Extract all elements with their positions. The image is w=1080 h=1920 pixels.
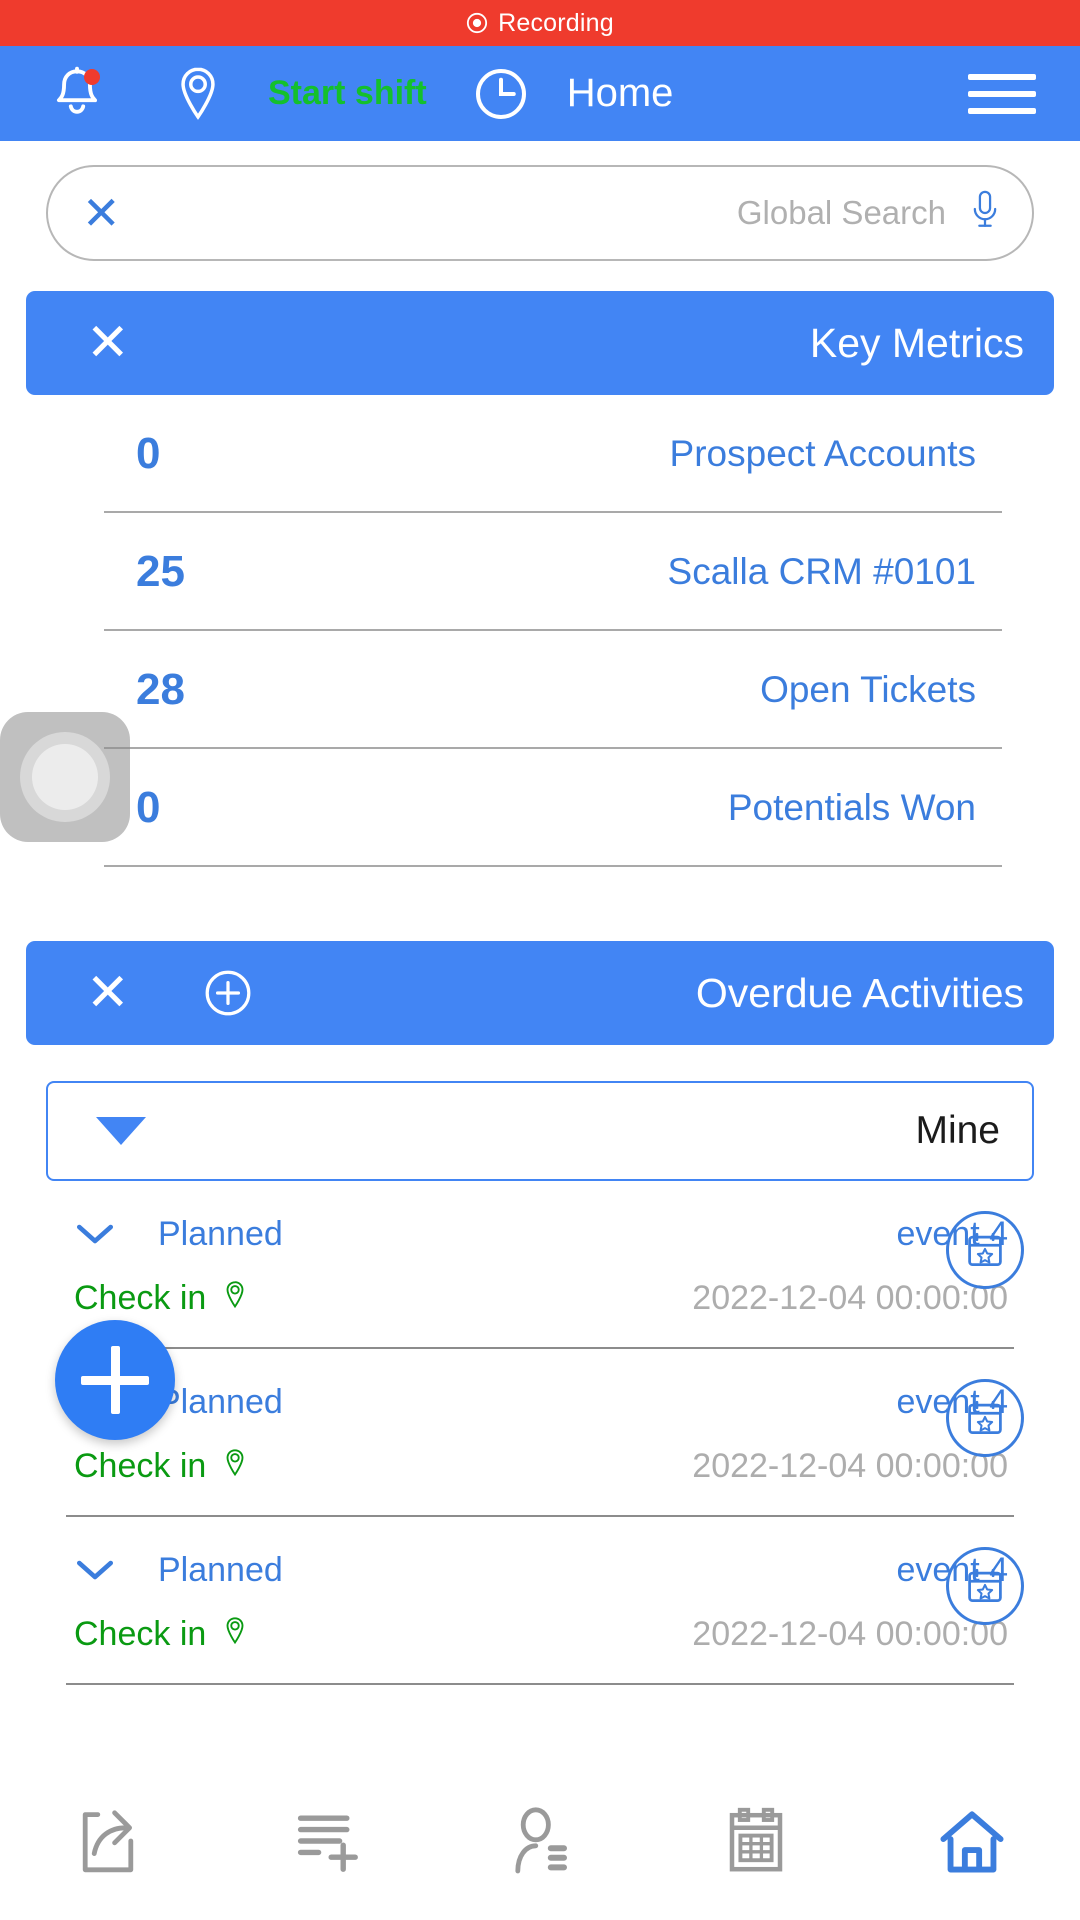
recording-floating-button[interactable] [0, 712, 130, 842]
calendar-icon [729, 1807, 783, 1871]
key-metrics-list: 0 Prospect Accounts 25 Scalla CRM #0101 … [0, 395, 1080, 867]
notification-badge [84, 68, 100, 85]
recording-floating-button-core [32, 744, 98, 810]
activity-item[interactable]: Planned event 4 Check in 2022-12-04 00:0… [26, 1349, 1054, 1517]
calendar-star-icon [968, 1400, 1002, 1435]
search-input[interactable] [120, 194, 968, 232]
overdue-activities-list: Planned event 4 Check in 2022-12-04 00:0… [0, 1181, 1080, 1685]
activity-status: Planned [158, 1550, 283, 1589]
activity-calendar-button[interactable] [946, 1379, 1024, 1457]
search-section: ✕ [0, 141, 1080, 261]
recording-floating-button-icon [20, 732, 110, 822]
notifications-button[interactable] [46, 63, 108, 125]
clock-icon [475, 68, 526, 119]
activity-checkin-label[interactable]: Check in [74, 1615, 206, 1654]
metric-label[interactable]: Scalla CRM #0101 [668, 551, 976, 593]
hamburger-line [968, 73, 1036, 80]
chevron-down-icon[interactable] [74, 1557, 116, 1583]
nav-share-button[interactable] [0, 1802, 216, 1880]
hamburger-menu-icon[interactable] [968, 73, 1036, 114]
app-bar: Start shift Home [0, 46, 1080, 141]
hamburger-line [968, 90, 1036, 97]
metric-value: 28 [136, 665, 185, 714]
activity-checkin-label[interactable]: Check in [74, 1279, 206, 1318]
activity-status: Planned [158, 1214, 283, 1253]
activity-calendar-button[interactable] [946, 1211, 1024, 1289]
bottom-navigation [0, 1760, 1080, 1920]
activities-filter-value: Mine [915, 1109, 1000, 1152]
home-icon [940, 1810, 1004, 1873]
overdue-activities-close-button[interactable]: ✕ [86, 967, 130, 1019]
location-button[interactable] [170, 63, 226, 125]
activity-checkin-label[interactable]: Check in [74, 1447, 206, 1486]
metric-label[interactable]: Open Tickets [760, 669, 976, 711]
hamburger-line [968, 107, 1036, 114]
share-export-icon [82, 1809, 134, 1872]
metric-label[interactable]: Potentials Won [728, 787, 976, 829]
plus-icon [110, 1346, 120, 1414]
activity-item[interactable]: Planned event 4 Check in 2022-12-04 00:0… [26, 1517, 1054, 1685]
list-add-icon [297, 1815, 358, 1872]
activity-calendar-button[interactable] [946, 1547, 1024, 1625]
metric-label[interactable]: Prospect Accounts [670, 433, 976, 475]
page-title: Home [566, 71, 674, 115]
activity-row-bottom: Check in 2022-12-04 00:00:00 [26, 1265, 1054, 1331]
activity-row-top: Planned event 4 [26, 1371, 1054, 1433]
key-metrics-title: Key Metrics [809, 319, 1024, 366]
activity-date: 2022-12-04 00:00:00 [692, 1614, 1008, 1653]
activity-status: Planned [158, 1382, 283, 1421]
nav-add-list-button[interactable] [216, 1802, 432, 1880]
activity-date: 2022-12-04 00:00:00 [692, 1278, 1008, 1317]
overdue-activities-title: Overdue Activities [695, 969, 1024, 1016]
nav-contacts-button[interactable] [432, 1802, 648, 1880]
activity-row-bottom: Check in 2022-12-04 00:00:00 [26, 1433, 1054, 1499]
start-shift-button[interactable]: Start shift [268, 74, 427, 113]
metric-row[interactable]: 0 Potentials Won [26, 749, 1054, 867]
recording-banner: Recording [0, 0, 1080, 46]
recording-label: Recording [498, 8, 614, 37]
activity-date: 2022-12-04 00:00:00 [692, 1446, 1008, 1485]
location-pin-icon[interactable] [220, 1614, 250, 1654]
caret-down-icon [96, 1117, 146, 1145]
add-activity-button[interactable] [202, 967, 254, 1019]
activity-item[interactable]: Planned event 4 Check in 2022-12-04 00:0… [26, 1181, 1054, 1349]
metric-value: 0 [136, 429, 161, 478]
clock-button[interactable] [471, 64, 531, 124]
plus-circle-icon [205, 970, 251, 1016]
key-metrics-header: ✕ Key Metrics [26, 291, 1054, 395]
location-pin-icon[interactable] [220, 1446, 250, 1486]
metric-row[interactable]: 28 Open Tickets [26, 631, 1054, 749]
activity-row-bottom: Check in 2022-12-04 00:00:00 [26, 1601, 1054, 1667]
metric-row[interactable]: 25 Scalla CRM #0101 [26, 513, 1054, 631]
location-pin-icon[interactable] [220, 1278, 250, 1318]
metric-row[interactable]: 0 Prospect Accounts [26, 395, 1054, 513]
overdue-activities-header: ✕ Overdue Activities [26, 941, 1054, 1045]
record-dot-icon [467, 12, 488, 34]
activity-row-top: Planned event 4 [26, 1539, 1054, 1601]
calendar-star-icon [968, 1232, 1002, 1267]
metric-value: 0 [136, 783, 161, 832]
search-clear-icon[interactable]: ✕ [82, 190, 121, 236]
location-pin-icon [181, 67, 215, 120]
global-search-bar[interactable]: ✕ [46, 165, 1034, 261]
activities-filter-dropdown[interactable]: Mine [46, 1081, 1034, 1181]
nav-calendar-button[interactable] [648, 1802, 864, 1880]
key-metrics-close-button[interactable]: ✕ [86, 317, 130, 369]
metric-value: 25 [136, 547, 185, 596]
chevron-down-icon[interactable] [74, 1221, 116, 1247]
calendar-star-icon [968, 1568, 1002, 1603]
contact-person-icon [515, 1806, 567, 1873]
create-record-fab[interactable] [55, 1320, 175, 1440]
microphone-icon[interactable] [968, 189, 1002, 237]
nav-home-button[interactable] [864, 1802, 1080, 1880]
activity-row-top: Planned event 4 [26, 1203, 1054, 1265]
